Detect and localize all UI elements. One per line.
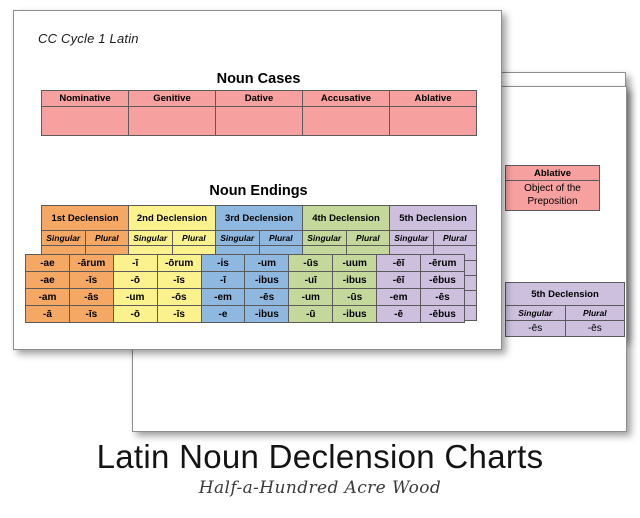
noun-ending-cell: -ēs	[244, 288, 290, 306]
noun-endings-title: Noun Endings	[209, 183, 308, 199]
noun-ending-cell: -um	[288, 288, 334, 306]
fifth-declension-box: 5th Declension Singular Plural -ēs -ēs	[505, 282, 625, 337]
number-header: Plural	[345, 230, 390, 246]
number-header: Singular	[215, 230, 260, 246]
noun-case-blank-cell[interactable]	[302, 106, 390, 136]
table-header-row: 1st Declension 2nd Declension 3rd Declensi…	[41, 205, 477, 231]
noun-ending-cell: -ē	[376, 305, 422, 323]
noun-ending-cell: -ī	[200, 271, 246, 289]
declension-header: 3rd Declension	[215, 205, 303, 231]
poster-caption: Latin Noun Declension Charts Half-a-Hund…	[0, 438, 640, 498]
noun-ending-cell: -ibus	[244, 305, 290, 323]
noun-ending-cell: -ēbus	[420, 305, 465, 323]
noun-ending-cell: -is	[200, 254, 246, 272]
noun-ending-cell: -em	[200, 288, 246, 306]
fifth-declension-singular-header: Singular	[505, 305, 566, 321]
declension-header: 4th Declension	[302, 205, 390, 231]
noun-case-blank-cell[interactable]	[389, 106, 477, 136]
noun-ending-cell: -ī	[112, 254, 158, 272]
noun-case-blank-cell[interactable]	[215, 106, 303, 136]
noun-ending-cell: -em	[376, 288, 422, 306]
noun-ending-cell: -um	[244, 254, 290, 272]
noun-ending-cell: -īs	[68, 271, 114, 289]
noun-ending-cell: -ās	[68, 288, 114, 306]
noun-ending-cell: -ibus	[244, 271, 290, 289]
noun-ending-cell: -e	[200, 305, 246, 323]
noun-ending-cell: -ae	[25, 254, 70, 272]
noun-ending-cell: -ū	[288, 305, 334, 323]
noun-case-blank-cell[interactable]	[41, 106, 129, 136]
document-label: CC Cycle 1 Latin	[38, 31, 139, 46]
noun-ending-cell: -ō	[112, 305, 158, 323]
table-row: -ā -īs -ō -īs -e -ibus -ū -ibus -ē -ēbus	[25, 305, 465, 323]
fifth-declension-cell: -ēs	[564, 320, 625, 337]
number-header: Singular	[302, 230, 347, 246]
poster-sub-title: Half-a-Hundred Acre Wood	[198, 478, 442, 498]
noun-ending-cell: -am	[25, 288, 70, 306]
noun-ending-cell: -uum	[332, 254, 378, 272]
noun-ending-cell: -īs	[68, 305, 114, 323]
fifth-declension-header: 5th Declension	[505, 282, 625, 306]
noun-ending-cell: -ōrum	[156, 254, 202, 272]
table-row: -ae -ārum -ī -ōrum -is -um -ūs -uum -ēī -ērum	[25, 254, 465, 272]
ablative-definition-box: Ablative Object of the Preposition	[505, 165, 600, 211]
number-header: Plural	[171, 230, 216, 246]
number-header: Singular	[389, 230, 434, 246]
noun-case-blank-cell[interactable]	[128, 106, 216, 136]
table-header-row: Nominative Genitive Dative Accusative Ablati…	[41, 90, 477, 107]
noun-ending-cell: -ēbus	[420, 271, 465, 289]
table-subheader-row: Singular Plural Singular Plural Singular Plur…	[41, 230, 477, 246]
noun-ending-cell: -īs	[156, 305, 202, 323]
number-header: Plural	[432, 230, 477, 246]
noun-cases-table: Nominative Genitive Dative Accusative Ablati…	[41, 90, 477, 136]
noun-ending-cell: -ēī	[376, 271, 422, 289]
noun-case-header: Accusative	[302, 90, 390, 107]
noun-ending-cell: -ēs	[420, 288, 465, 306]
declension-header: 5th Declension	[389, 205, 477, 231]
noun-case-header: Genitive	[128, 90, 216, 107]
noun-ending-cell: -ūs	[332, 288, 378, 306]
noun-cases-title: Noun Cases	[216, 71, 301, 87]
ablative-box-header: Ablative	[505, 165, 600, 181]
fifth-declension-plural-header: Plural	[564, 305, 625, 321]
noun-ending-cell: -ērum	[420, 254, 465, 272]
noun-ending-cell: -ō	[112, 271, 158, 289]
noun-ending-cell: -ārum	[68, 254, 114, 272]
noun-ending-cell: -uī	[288, 271, 334, 289]
noun-case-header: Dative	[215, 90, 303, 107]
noun-ending-cell: -ibus	[332, 271, 378, 289]
declension-header: 1st Declension	[41, 205, 129, 231]
noun-ending-cell: -ibus	[332, 305, 378, 323]
noun-ending-cell: -um	[112, 288, 158, 306]
poster-main-title: Latin Noun Declension Charts	[96, 438, 544, 475]
noun-case-header: Nominative	[41, 90, 129, 107]
noun-ending-cell: -ā	[25, 305, 70, 323]
number-header: Singular	[41, 230, 86, 246]
noun-ending-cell: -ēī	[376, 254, 422, 272]
noun-case-header: Ablative	[389, 90, 477, 107]
noun-ending-cell: -ūs	[288, 254, 334, 272]
table-row	[41, 106, 477, 136]
table-row: -am -ās -um -ōs -em -ēs -um -ūs -em -ēs	[25, 288, 465, 306]
declension-header: 2nd Declension	[128, 205, 216, 231]
table-row: -ae -īs -ō -īs -ī -ibus -uī -ibus -ēī -ēbus	[25, 271, 465, 289]
noun-endings-filled-table: -ae -ārum -ī -ōrum -is -um -ūs -uum -ēī -ērum -ae -…	[25, 254, 465, 323]
noun-ending-cell: -ae	[25, 271, 70, 289]
noun-ending-cell: -ōs	[156, 288, 202, 306]
noun-ending-cell: -īs	[156, 271, 202, 289]
fifth-declension-cell: -ēs	[505, 320, 566, 337]
number-header: Plural	[258, 230, 303, 246]
ablative-box-description: Object of the Preposition	[505, 180, 600, 211]
number-header: Singular	[128, 230, 173, 246]
number-header: Plural	[84, 230, 129, 246]
